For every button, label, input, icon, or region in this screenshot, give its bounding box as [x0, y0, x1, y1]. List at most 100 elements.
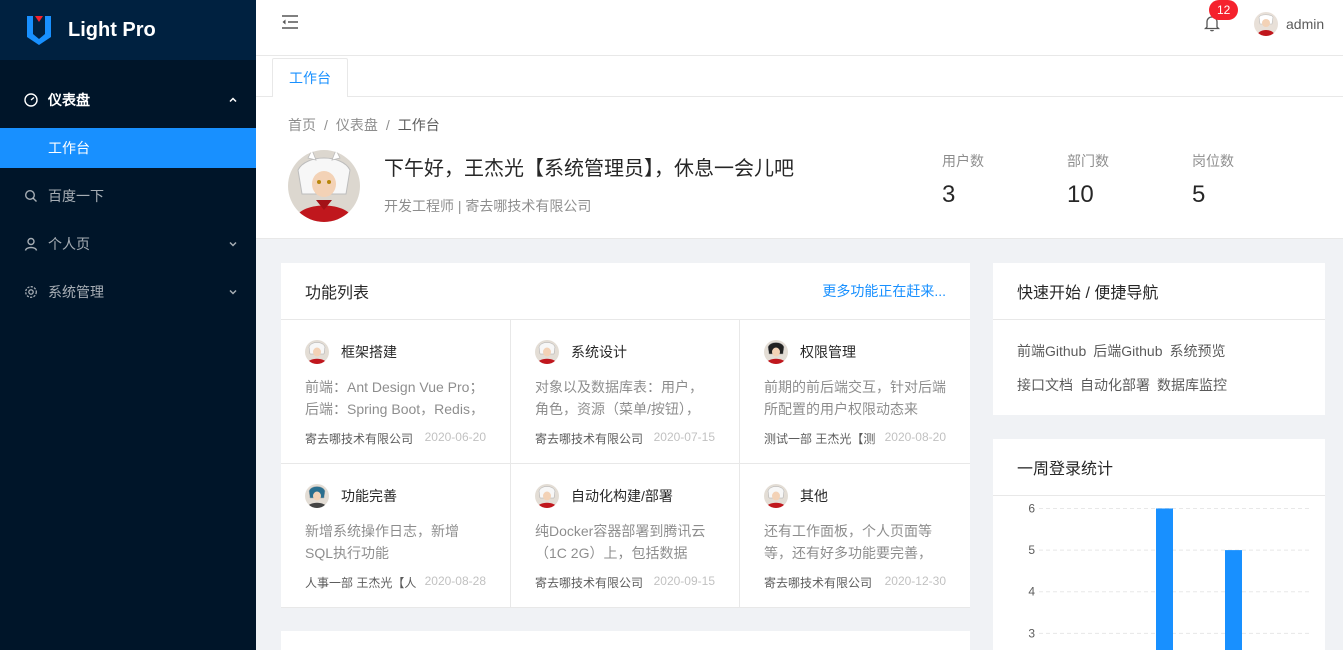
- feature-item-footer: 寄去哪技术有限公司 2020-12-30: [764, 574, 946, 591]
- breadcrumb-current: 工作台: [397, 117, 440, 133]
- chevron-down-icon: [228, 236, 238, 252]
- search-icon: [24, 189, 38, 203]
- chevron-up-icon: [228, 92, 238, 108]
- sidebar-item-system[interactable]: 系统管理: [0, 272, 256, 312]
- breadcrumb-dashboard[interactable]: 仪表盘: [336, 117, 378, 133]
- feature-item-org: 寄去哪技术有限公司: [535, 576, 644, 590]
- tab-bar: 工作台: [256, 56, 1343, 98]
- user-menu[interactable]: admin: [1254, 12, 1324, 36]
- feature-item-date: 2020-07-15: [653, 430, 715, 444]
- sidebar-menu: 仪表盘 工作台 百度一下 个人页 系统管理: [0, 60, 256, 312]
- chart-bar[interactable]: [1225, 550, 1242, 650]
- feature-item[interactable]: 功能完善新增系统操作日志，新增SQL执行功能人事一部 王杰光【人 2020-08-…: [281, 464, 511, 608]
- feature-grid: 框架搭建 前端：Ant Design Vue Pro；后端：Spring Boot…: [281, 320, 970, 608]
- gear-icon: [24, 285, 38, 299]
- feature-list-card: 功能列表 更多功能正在赶来... 框架搭建 前端：Ant Design Vue P…: [281, 263, 970, 608]
- profile-avatar: [288, 150, 360, 222]
- logo[interactable]: Light Pro: [0, 0, 256, 60]
- avatar: [535, 340, 559, 364]
- feature-item-footer: 测试一部 王杰光【测 2020-08-20: [764, 430, 946, 447]
- feature-item-desc: 新增系统操作日志，新增SQL执行功能: [305, 523, 459, 561]
- avatar: [535, 484, 559, 508]
- y-tick-label: 5: [1028, 543, 1035, 557]
- feature-item[interactable]: 框架搭建 前端：Ant Design Vue Pro；后端：Spring Boot…: [281, 320, 511, 464]
- sidebar-subitem-label: 工作台: [48, 140, 90, 156]
- feature-item-header: 其他: [764, 484, 946, 508]
- link-backend-github[interactable]: 后端Github: [1093, 340, 1162, 362]
- stat-value: 3: [942, 181, 956, 208]
- chevron-down-icon: [228, 284, 238, 300]
- card-header: 一周登录统计: [993, 439, 1325, 496]
- avatar: [764, 340, 788, 364]
- feature-item-title[interactable]: 权限管理: [800, 342, 856, 362]
- username: admin: [1286, 16, 1325, 32]
- sidebar-item-dashboard[interactable]: 仪表盘: [0, 80, 256, 120]
- card-header: 快速开始 / 便捷导航: [993, 263, 1325, 320]
- feature-item-title[interactable]: 其他: [800, 486, 828, 506]
- feature-item-date: 2020-08-28: [424, 574, 486, 588]
- sidebar-item-baidu[interactable]: 百度一下: [0, 176, 256, 216]
- link-system-preview[interactable]: 系统预览: [1170, 340, 1226, 362]
- feature-item-org: 寄去哪技术有限公司: [305, 432, 414, 446]
- login-bar-chart: 6 5 4 3: [993, 496, 1325, 650]
- menu-fold-icon[interactable]: [280, 12, 300, 32]
- login-chart-card: 一周登录统计 6 5 4 3: [993, 439, 1325, 650]
- feature-item[interactable]: 权限管理 前期的前后端交互，针对后端所配置的用户权限动态来 测试一部 王杰光【测 20…: [740, 320, 970, 464]
- feature-item-org: 寄去哪技术有限公司: [535, 432, 644, 446]
- feature-item-header: 系统设计: [535, 340, 715, 364]
- link-frontend-github[interactable]: 前端Github: [1017, 340, 1086, 362]
- chart-bar[interactable]: [1156, 508, 1173, 650]
- link-api-docs[interactable]: 接口文档: [1017, 374, 1073, 396]
- feature-item-desc: 还有工作面板，个人页面等等，还有好多功能要完善，: [764, 523, 932, 561]
- logo-icon: [27, 16, 51, 45]
- breadcrumb-home[interactable]: 首页: [288, 117, 316, 133]
- feature-item-footer: 人事一部 王杰光【人 2020-08-28: [305, 574, 486, 591]
- feature-item-title[interactable]: 系统设计: [571, 342, 627, 362]
- feature-item[interactable]: 其他还有工作面板，个人页面等等，还有好多功能要完善， 寄去哪技术有限公司 2020-…: [740, 464, 970, 608]
- link-auto-deploy[interactable]: 自动化部署: [1080, 374, 1150, 396]
- breadcrumb: 首页 / 仪表盘 / 工作台: [288, 117, 440, 133]
- stat-departments: 部门数 10: [1067, 151, 1109, 209]
- feature-item[interactable]: 系统设计对象以及数据库表：用户，角色，资源（菜单/按钮）， 寄去哪技术有限公司 20…: [511, 320, 740, 464]
- feature-item-header: 框架搭建: [305, 340, 486, 364]
- feature-item[interactable]: 自动化构建/部署纯Docker容器部署到腾讯云（1C 2G）上，包括数据库， 寄去…: [511, 464, 740, 608]
- feature-item-header: 自动化构建/部署: [535, 484, 715, 508]
- sidebar-subitem-workbench[interactable]: 工作台: [0, 128, 256, 168]
- feature-item-date: 2020-12-30: [884, 574, 946, 588]
- page-header: 首页 / 仪表盘 / 工作台 下午好，王杰光【系统管理员】，休息一会儿吧 开发工程师 |…: [256, 97, 1343, 239]
- stat-users: 用户数 3: [942, 151, 984, 209]
- more-features-link[interactable]: 更多功能正在赶来...: [822, 281, 946, 301]
- stat-label: 部门数: [1067, 153, 1109, 169]
- sidebar: Light Pro 仪表盘 工作台 百度一下 个人页 系统管理: [0, 0, 256, 650]
- stat-label: 用户数: [942, 153, 984, 169]
- stat-positions: 岗位数 5: [1192, 151, 1234, 209]
- notification-badge: 12: [1209, 0, 1239, 20]
- quick-nav-card: 快速开始 / 便捷导航 前端Github 后端Github 系统预览 接口文档 …: [993, 263, 1325, 415]
- card-title: 功能列表: [305, 285, 370, 302]
- y-tick-label: 3: [1028, 626, 1035, 640]
- tab-workbench[interactable]: 工作台: [272, 58, 348, 98]
- feature-item-desc: 对象以及数据库表：用户，角色，资源（菜单/按钮），: [535, 379, 703, 417]
- greeting: 下午好，王杰光【系统管理员】，休息一会儿吧: [384, 158, 794, 180]
- feature-item-date: 2020-09-15: [653, 574, 715, 588]
- link-db-monitor[interactable]: 数据库监控: [1157, 374, 1227, 396]
- avatar: [1254, 12, 1278, 36]
- feature-item-title[interactable]: 自动化构建/部署: [571, 486, 673, 506]
- feature-item-date: 2020-06-20: [424, 430, 486, 444]
- quick-nav-links: 前端Github 后端Github 系统预览 接口文档 自动化部署 数据库监控: [993, 320, 1325, 408]
- sidebar-item-profile[interactable]: 个人页: [0, 224, 256, 264]
- stat-value: 10: [1067, 181, 1094, 208]
- chart-svg: 6 5 4 3: [1028, 501, 1311, 650]
- feature-item-title[interactable]: 框架搭建: [341, 342, 397, 362]
- card-header: 功能列表 更多功能正在赶来...: [281, 263, 970, 320]
- sidebar-item-label: 个人页: [48, 236, 90, 252]
- feature-item-title[interactable]: 功能完善: [341, 486, 397, 506]
- feature-item-footer: 寄去哪技术有限公司 2020-07-15: [535, 430, 715, 447]
- profile-subtitle: 开发工程师 | 寄去哪技术有限公司: [384, 198, 592, 214]
- y-tick-label: 6: [1028, 501, 1035, 515]
- bottom-card: [281, 631, 970, 650]
- feature-item-header: 功能完善: [305, 484, 486, 508]
- feature-item-header: 权限管理: [764, 340, 946, 364]
- app-title: Light Pro: [68, 18, 156, 41]
- feature-item-footer: 寄去哪技术有限公司 2020-06-20: [305, 430, 486, 447]
